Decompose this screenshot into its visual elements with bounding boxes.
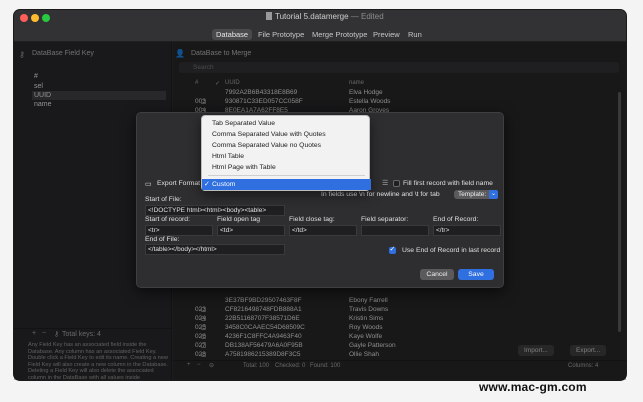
tab-database[interactable]: Database	[212, 29, 253, 40]
menu-item-custom[interactable]: ✓ Custom	[202, 179, 371, 190]
close-window-button[interactable]	[20, 14, 28, 22]
field-separator-field[interactable]	[361, 225, 429, 236]
end-of-record-field[interactable]: </tr>	[433, 225, 501, 236]
document-icon	[266, 12, 272, 20]
title-bar: Tutorial 5.datamerge — Edited	[14, 10, 626, 26]
start-of-record-field[interactable]: <tr>	[145, 225, 213, 236]
chevron-down-icon: ⌄	[489, 190, 498, 199]
menu-item-html-table[interactable]: Html Table	[202, 151, 371, 162]
hint-text: In fields use \n for newline and \t for …	[321, 191, 440, 198]
tab-file-prototype[interactable]: File Prototype	[254, 29, 308, 40]
fill-first-record-label: Fill first record with field name	[403, 180, 493, 187]
use-end-of-record-checkbox[interactable]	[389, 245, 396, 254]
export-format-label: Export Format	[157, 180, 201, 187]
menu-item-tsv[interactable]: Tab Separated Value	[202, 118, 371, 129]
use-end-of-record-label: Use End of Record in last record	[402, 247, 501, 254]
tab-preview[interactable]: Preview	[369, 29, 404, 40]
fill-first-record-checkbox[interactable]	[393, 180, 400, 187]
list-icon: ☰	[382, 180, 389, 187]
end-of-file-field[interactable]: </table></body></html>	[145, 244, 285, 255]
export-format-menu: Tab Separated Value Comma Separated Valu…	[201, 115, 371, 191]
toolbar: Database File Prototype Merge Prototype …	[14, 26, 626, 42]
end-of-file-label: End of File:	[145, 236, 180, 243]
field-separator-label: Field separator:	[361, 216, 409, 223]
cancel-button[interactable]: Cancel	[420, 269, 454, 280]
start-of-record-label: Start of record:	[145, 216, 190, 223]
zoom-window-button[interactable]	[42, 14, 50, 22]
save-button[interactable]: Save	[458, 269, 494, 280]
minimize-window-button[interactable]	[31, 14, 39, 22]
field-close-tag-label: Field close tag:	[289, 216, 335, 223]
tab-merge-prototype[interactable]: Merge Prototype	[308, 29, 371, 40]
menu-item-csv-quotes[interactable]: Comma Separated Value with Quotes	[202, 129, 371, 140]
start-of-file-label: Start of File:	[145, 196, 182, 203]
end-of-record-label: End of Record:	[433, 216, 479, 223]
field-open-tag-field[interactable]: <td>	[217, 225, 285, 236]
checkmark-icon: ✓	[204, 181, 210, 188]
tab-run[interactable]: Run	[404, 29, 426, 40]
field-open-tag-label: Field open tag	[217, 216, 261, 223]
template-popup[interactable]: Template: ⌄	[454, 190, 498, 199]
menu-separator	[208, 175, 365, 176]
menu-item-csv-no-quotes[interactable]: Comma Separated Value no Quotes	[202, 140, 371, 151]
start-of-file-field[interactable]: <!DOCTYPE html><html><body><table>	[145, 205, 285, 216]
field-close-tag-field[interactable]: </td>	[289, 225, 357, 236]
export-format-icon: ▭	[145, 181, 152, 188]
menu-item-html-page[interactable]: Html Page with Table	[202, 162, 371, 173]
watermark: www.mac-gm.com	[479, 380, 587, 394]
window-title: Tutorial 5.datamerge — Edited	[266, 12, 384, 21]
